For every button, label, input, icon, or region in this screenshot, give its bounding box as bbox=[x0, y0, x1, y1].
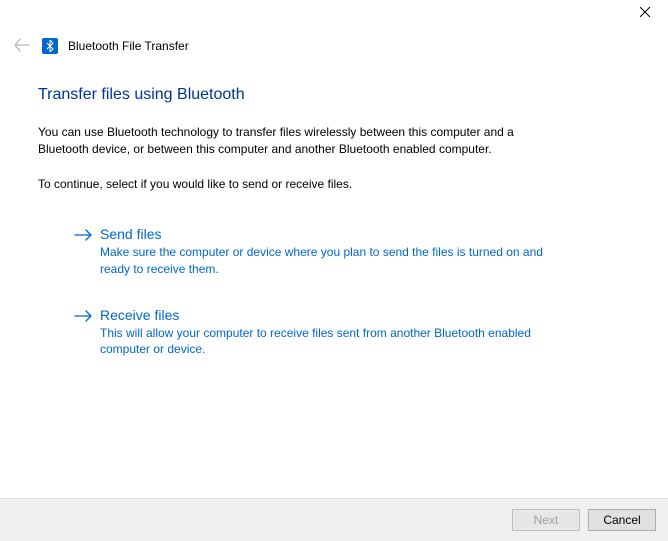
close-button[interactable] bbox=[622, 0, 668, 26]
close-icon bbox=[640, 6, 650, 20]
instruction-text: To continue, select if you would like to… bbox=[38, 176, 558, 193]
send-files-option[interactable]: Send files Make sure the computer or dev… bbox=[74, 226, 554, 276]
receive-files-desc: This will allow your computer to receive… bbox=[100, 325, 554, 357]
bluetooth-icon bbox=[42, 38, 58, 54]
arrow-right-icon bbox=[74, 309, 94, 326]
content-area: Transfer files using Bluetooth You can u… bbox=[0, 56, 668, 357]
receive-files-option[interactable]: Receive files This will allow your compu… bbox=[74, 307, 554, 357]
send-files-title: Send files bbox=[100, 226, 554, 242]
receive-files-title: Receive files bbox=[100, 307, 554, 323]
next-button: Next bbox=[512, 509, 580, 531]
arrow-right-icon bbox=[74, 228, 94, 245]
send-files-desc: Make sure the computer or device where y… bbox=[100, 244, 554, 276]
window-title: Bluetooth File Transfer bbox=[68, 39, 189, 53]
back-button bbox=[12, 36, 32, 56]
description-text: You can use Bluetooth technology to tran… bbox=[38, 124, 558, 158]
back-arrow-icon bbox=[14, 38, 30, 55]
header-row: Bluetooth File Transfer bbox=[0, 0, 668, 56]
cancel-button[interactable]: Cancel bbox=[588, 509, 656, 531]
page-heading: Transfer files using Bluetooth bbox=[38, 86, 630, 104]
footer-bar: Next Cancel bbox=[0, 498, 668, 541]
